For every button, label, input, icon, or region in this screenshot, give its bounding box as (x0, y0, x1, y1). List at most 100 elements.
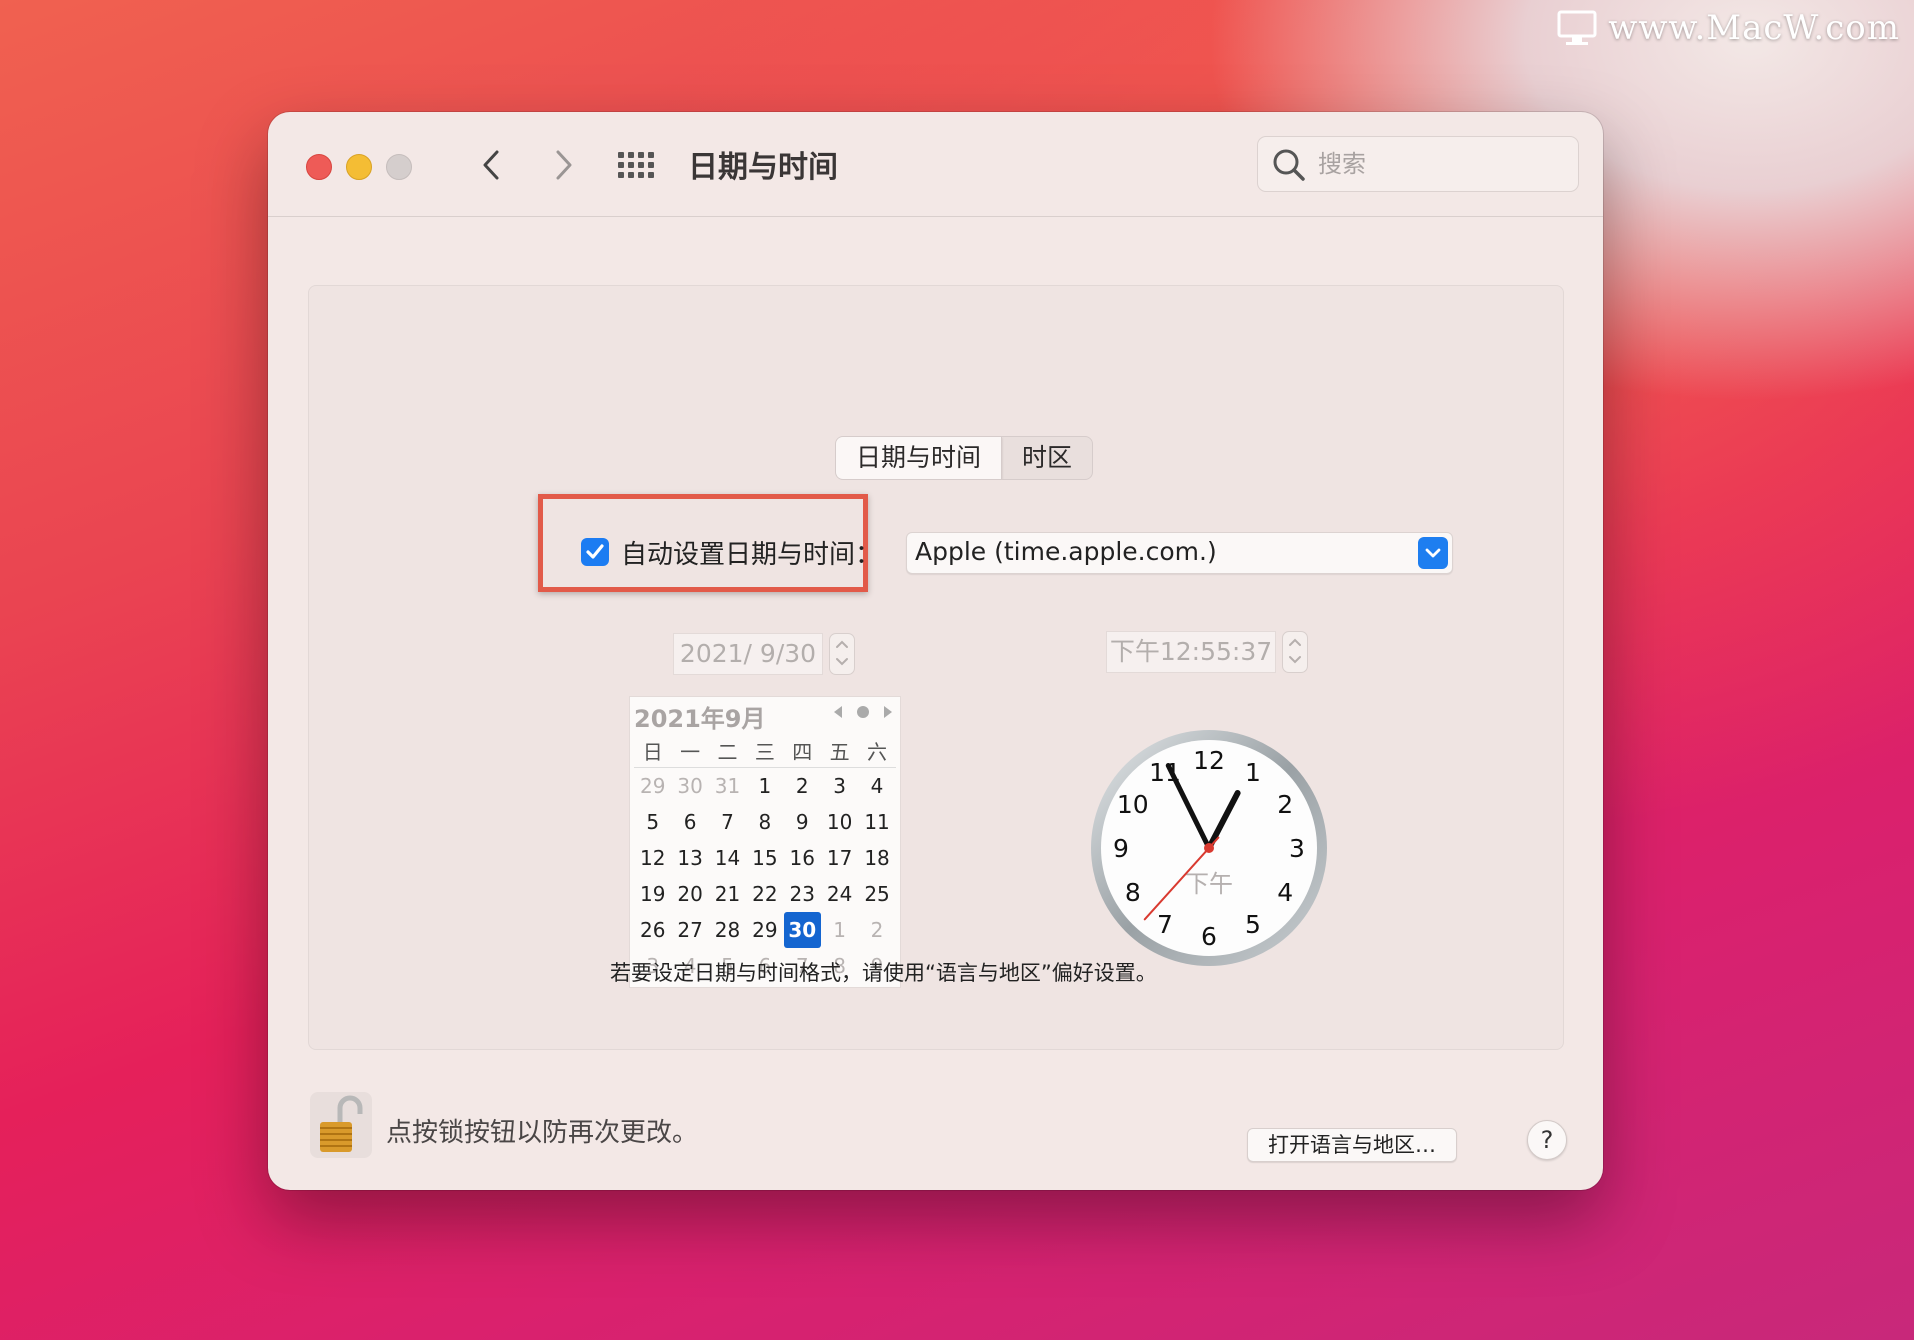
calendar-day[interactable]: 26 (634, 912, 671, 948)
weekday-header: 二 (708, 737, 747, 768)
content-panel: 日期与时间 时区 自动设置日期与时间： Apple (time.apple.co… (308, 285, 1564, 1162)
time-stepper[interactable] (1282, 631, 1308, 673)
analog-clock: 12 1234567891011下午 (1091, 730, 1327, 966)
calendar-grid: 日一二三四五六 29 30 31 1 2 3 4 5 6 7 8 9 10 11 12 13 14 15 16 17 18… (634, 737, 896, 984)
clock-number: 8 (1125, 878, 1141, 907)
chevron-left-icon (483, 150, 499, 180)
calendar-day[interactable]: 24 (821, 876, 858, 912)
weekday-header: 一 (671, 737, 709, 768)
time-field[interactable]: 下午12:55:37 (1106, 631, 1276, 673)
calendar-day[interactable]: 8 (746, 804, 783, 840)
calendar-day-selected[interactable]: 30 (783, 912, 821, 948)
calendar-day[interactable]: 13 (671, 840, 708, 876)
calendar-day[interactable]: 30 (671, 768, 708, 804)
calendar-day[interactable]: 5 (634, 804, 671, 840)
search-input[interactable] (1316, 145, 1570, 183)
calendar-day[interactable]: 20 (671, 876, 708, 912)
calendar-day[interactable]: 12 (634, 840, 671, 876)
minimize-button[interactable] (346, 154, 372, 180)
next-month-icon[interactable] (882, 705, 894, 719)
calendar-day[interactable]: 29 (634, 768, 671, 804)
dropdown-button[interactable] (1418, 537, 1448, 569)
calendar-month-label: 2021年9月 (634, 705, 766, 733)
titlebar: 日期与时间 (268, 112, 1603, 217)
weekday-header: 三 (746, 737, 784, 768)
clock-number: 9 (1113, 834, 1129, 863)
window-title: 日期与时间 (688, 150, 838, 185)
calendar: 2021年9月 日一二三四五六 29 30 31 1 2 3 4 5 6 7 8 9 10 11 12 13 14… (629, 696, 901, 988)
date-field[interactable]: 2021/ 9/30 (673, 633, 823, 675)
chevron-down-icon (836, 658, 848, 666)
chevron-up-icon (1289, 638, 1301, 646)
calendar-day[interactable]: 10 (821, 804, 858, 840)
help-button[interactable]: ? (1527, 1120, 1567, 1160)
lock-text: 点按锁按钮以防再次更改。 (386, 1118, 699, 1148)
checkmark-icon (586, 544, 604, 559)
format-note: 若要设定日期与时间格式，请使用“语言与地区”偏好设置。 (610, 961, 1157, 985)
auto-set-checkbox[interactable] (581, 538, 609, 566)
calendar-day[interactable]: 16 (784, 840, 821, 876)
auto-set-label: 自动设置日期与时间： (621, 540, 882, 570)
tab-date-time[interactable]: 日期与时间 (836, 437, 1003, 479)
open-language-region-button[interactable]: 打开语言与地区… (1247, 1128, 1457, 1162)
calendar-day[interactable]: 15 (746, 840, 783, 876)
calendar-day[interactable]: 3 (821, 768, 858, 804)
show-all-grid-icon[interactable] (618, 152, 654, 180)
chevron-down-icon (1425, 548, 1441, 558)
chevron-right-icon (556, 150, 572, 180)
clock-number: 3 (1289, 834, 1305, 863)
calendar-day[interactable]: 2 (784, 768, 821, 804)
calendar-day[interactable]: 27 (671, 912, 708, 948)
calendar-day[interactable]: 1 (821, 912, 858, 948)
clock-number: 10 (1117, 790, 1149, 819)
calendar-day[interactable]: 14 (709, 840, 746, 876)
weekday-header: 五 (820, 737, 859, 768)
calendar-day[interactable]: 9 (784, 804, 821, 840)
calendar-day[interactable]: 23 (784, 876, 821, 912)
clock-ampm: 下午 (1185, 870, 1233, 898)
calendar-day[interactable]: 18 (858, 840, 895, 876)
unlocked-lock-icon[interactable] (310, 1092, 372, 1158)
chevron-down-icon (1289, 656, 1301, 664)
tab-bar: 日期与时间 时区 (835, 436, 1094, 480)
clock-number: 5 (1245, 910, 1261, 939)
calendar-day[interactable]: 22 (746, 876, 783, 912)
close-button[interactable] (306, 154, 332, 180)
weekday-header: 六 (858, 737, 896, 768)
clock-number: 12 (1193, 746, 1225, 775)
calendar-day[interactable]: 11 (858, 804, 895, 840)
calendar-day[interactable]: 31 (709, 768, 746, 804)
monitor-icon (1557, 10, 1597, 45)
calendar-day[interactable]: 21 (709, 876, 746, 912)
weekday-header: 四 (783, 737, 821, 768)
calendar-day[interactable]: 6 (671, 804, 708, 840)
calendar-day[interactable]: 17 (821, 840, 858, 876)
time-server-select[interactable]: Apple (time.apple.com.) (906, 532, 1453, 574)
forward-button[interactable] (544, 145, 584, 185)
clock-number: 4 (1277, 878, 1293, 907)
search-field[interactable] (1257, 136, 1579, 192)
clock-center (1204, 843, 1214, 853)
calendar-day[interactable]: 25 (858, 876, 895, 912)
clock-number: 1 (1245, 758, 1261, 787)
clock-number: 7 (1157, 910, 1173, 939)
prev-month-icon[interactable] (832, 705, 844, 719)
watermark-text: www.MacW.com (1608, 8, 1900, 48)
weekday-header: 日 (634, 737, 672, 768)
calendar-day[interactable]: 7 (709, 804, 746, 840)
search-icon (1273, 149, 1305, 181)
calendar-day[interactable]: 29 (746, 912, 783, 948)
back-button[interactable] (471, 145, 511, 185)
date-stepper[interactable] (829, 633, 855, 675)
clock-number: 2 (1277, 790, 1293, 819)
tab-time-zone[interactable]: 时区 (1002, 437, 1092, 479)
calendar-day[interactable]: 4 (858, 768, 895, 804)
zoom-button[interactable] (386, 154, 412, 180)
calendar-day[interactable]: 19 (634, 876, 671, 912)
calendar-day[interactable]: 1 (746, 768, 783, 804)
chevron-up-icon (836, 640, 848, 648)
today-dot-icon[interactable] (856, 705, 870, 719)
calendar-day[interactable]: 2 (858, 912, 895, 948)
clock-number: 6 (1201, 922, 1217, 951)
calendar-day[interactable]: 28 (709, 912, 746, 948)
